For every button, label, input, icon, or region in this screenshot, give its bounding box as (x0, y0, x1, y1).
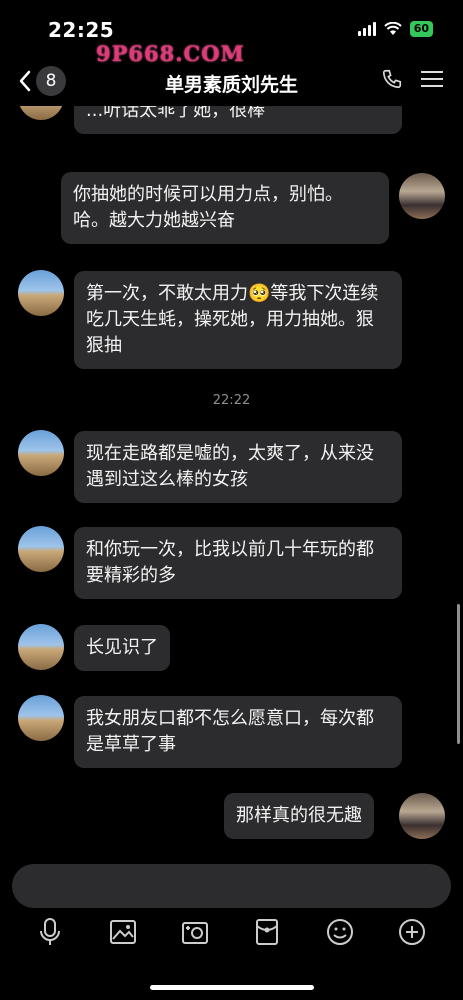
emoji-button[interactable] (322, 914, 358, 950)
contact-avatar[interactable] (18, 695, 64, 741)
message-timestamp: 22:22 (212, 393, 251, 408)
signal-icon (357, 22, 376, 36)
contact-avatar[interactable] (18, 430, 64, 476)
message-bubble[interactable]: 长见识了 (74, 625, 170, 671)
chat-header: 8 单男素质刘先生 (0, 58, 463, 106)
contact-avatar[interactable] (18, 624, 64, 670)
message-bubble[interactable]: 现在走路都是嘘的，太爽了，从来没遇到过这么棒的女孩 (74, 431, 402, 503)
plus-icon (399, 919, 425, 945)
message-bubble[interactable]: ...听话太乖了她，很棒 (74, 106, 402, 134)
battery-indicator: 60 (409, 21, 433, 37)
message-bubble[interactable]: 我女朋友口都不怎么愿意口，每次都是草草了事 (74, 696, 402, 768)
microphone-button[interactable] (32, 914, 68, 950)
menu-icon[interactable] (421, 69, 443, 89)
camera-button[interactable] (177, 914, 213, 950)
contact-avatar[interactable] (18, 106, 64, 120)
emoji-icon (327, 919, 353, 945)
camera-icon (182, 922, 208, 944)
input-toolbar (0, 914, 463, 954)
message-bubble[interactable]: 第一次，不敢太用力🥺等我下次连续吃几天生蚝，操死她，用力抽她。狠狠抽 (74, 271, 402, 369)
message-bubble[interactable]: 你抽她的时候可以用力点，别怕。哈。越大力她越兴奋 (61, 172, 389, 244)
image-icon (110, 920, 136, 944)
image-button[interactable] (105, 914, 141, 950)
my-avatar[interactable] (399, 793, 445, 839)
status-time: 22:25 (48, 18, 115, 42)
red-packet-button[interactable] (249, 914, 285, 950)
message-bubble[interactable]: 那样真的很无趣 (224, 793, 374, 839)
message-input[interactable] (12, 864, 451, 908)
scrollbar[interactable] (457, 604, 460, 744)
contact-avatar[interactable] (18, 270, 64, 316)
home-indicator[interactable] (150, 985, 314, 990)
message-list[interactable]: ...听话太乖了她，很棒 你抽她的时候可以用力点，别怕。哈。越大力她越兴奋 第一… (0, 106, 463, 856)
microphone-icon (40, 918, 60, 945)
status-bar: 22:25 9P668.COM 60 (0, 0, 463, 66)
contact-avatar[interactable] (18, 526, 64, 572)
status-icons: 60 (357, 21, 433, 37)
red-packet-icon (256, 919, 278, 945)
wifi-icon (383, 22, 402, 35)
my-avatar[interactable] (399, 173, 445, 219)
phone-icon[interactable] (381, 68, 403, 90)
message-bubble[interactable]: 和你玩一次，比我以前几十年玩的都要精彩的多 (74, 527, 402, 599)
more-button[interactable] (394, 914, 430, 950)
